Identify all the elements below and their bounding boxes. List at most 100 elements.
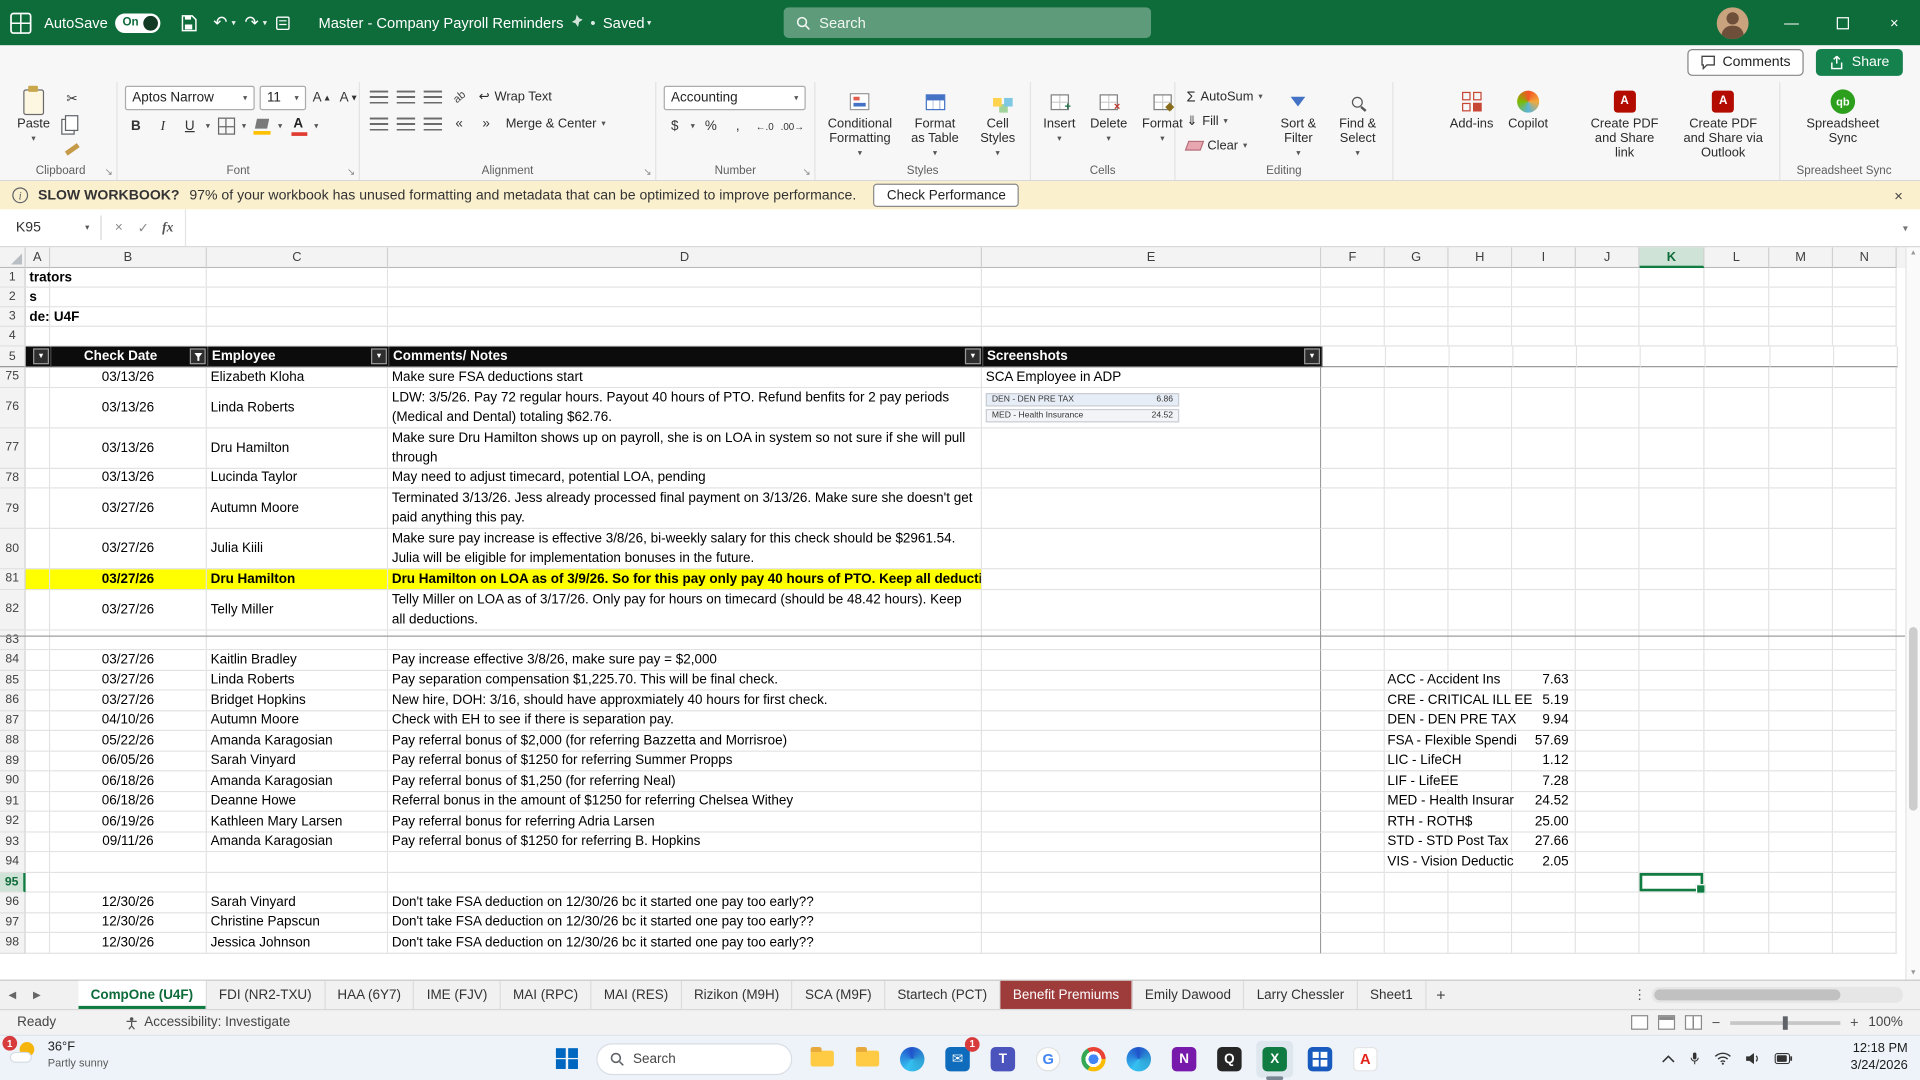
cell-D83[interactable] [388, 630, 982, 650]
check-performance-button[interactable]: Check Performance [873, 184, 1019, 207]
cell-M94[interactable] [1769, 852, 1833, 872]
cell-I79[interactable] [1512, 489, 1576, 529]
cell-E85[interactable] [982, 670, 1321, 690]
cell-A98[interactable] [26, 933, 50, 953]
cell-G93[interactable] [1385, 832, 1449, 852]
sheet-tab-mai-res[interactable]: MAI (RES) [592, 981, 682, 1009]
redo-chevron-icon[interactable]: ▾ [263, 18, 267, 28]
cell-A86[interactable] [26, 691, 50, 711]
cell-K87[interactable] [1640, 711, 1705, 731]
cell-D86[interactable]: New hire, DOH: 3/16, should have approxm… [388, 691, 982, 711]
page-break-view-button[interactable] [1685, 1015, 1702, 1030]
cell-D77[interactable]: Make sure Dru Hamilton shows up on payro… [388, 428, 982, 468]
cell-A79[interactable] [26, 489, 50, 529]
cell-C5[interactable]: Employee▼ [208, 347, 389, 368]
row-header-88[interactable]: 88 [0, 731, 26, 751]
sheet-tab-emily-dawood[interactable]: Emily Dawood [1133, 981, 1245, 1009]
cell-N93[interactable] [1833, 832, 1897, 852]
sheet-tab-compone-u4f[interactable]: CompOne (U4F) [78, 981, 206, 1009]
row-header-93[interactable]: 93 [0, 832, 26, 852]
cell-K5[interactable] [1641, 347, 1706, 368]
taskbar-sheets[interactable] [1302, 1040, 1339, 1077]
selected-cell[interactable] [1640, 872, 1705, 892]
cell-I96[interactable] [1512, 893, 1576, 913]
cell-M81[interactable] [1769, 569, 1833, 589]
sheet-tab-haa-6y7[interactable]: HAA (6Y7) [325, 981, 414, 1009]
filter-button-C[interactable]: ▼ [371, 348, 387, 364]
formula-input[interactable] [185, 209, 1891, 246]
cell-K88[interactable] [1640, 731, 1705, 751]
user-avatar[interactable] [1717, 7, 1749, 39]
sort-filter-button[interactable]: Sort & Filter ▾ [1271, 86, 1325, 161]
align-center-button[interactable] [394, 113, 416, 135]
cell-L86[interactable] [1704, 691, 1769, 711]
column-header-E[interactable]: E [982, 247, 1321, 268]
cell-A2[interactable]: s [26, 288, 50, 308]
cell-M3[interactable] [1769, 307, 1833, 327]
cell-A5[interactable]: ▼ [26, 347, 52, 368]
row-header-92[interactable]: 92 [0, 812, 26, 832]
cell-E90[interactable] [982, 771, 1321, 791]
cell-N81[interactable] [1833, 569, 1897, 589]
cell-C93[interactable]: Amanda Karagosian [207, 832, 388, 852]
tab-scroll-left-icon[interactable]: ◀ [0, 981, 24, 1009]
cell-N82[interactable] [1833, 590, 1897, 630]
cell-M97[interactable] [1769, 913, 1833, 933]
cell-L2[interactable] [1704, 288, 1769, 308]
cell-L95[interactable] [1704, 872, 1769, 892]
cell-N83[interactable] [1833, 630, 1897, 650]
cell-B98[interactable]: 12/30/26 [50, 933, 207, 953]
cell-C95[interactable] [207, 872, 388, 892]
cell-A84[interactable] [26, 650, 50, 670]
cell-H83[interactable] [1449, 630, 1513, 650]
cell-L85[interactable] [1704, 670, 1769, 690]
fill-color-button[interactable] [251, 115, 273, 137]
cell-D78[interactable]: May need to adjust timecard, potential L… [388, 468, 982, 488]
cell-N95[interactable] [1833, 872, 1897, 892]
new-sheet-button[interactable]: + [1426, 981, 1455, 1009]
cell-H82[interactable] [1449, 590, 1513, 630]
row-header-80[interactable]: 80 [0, 529, 26, 569]
cell-D81[interactable]: Dru Hamilton on LOA as of 3/9/26. So for… [388, 569, 982, 589]
borders-button[interactable] [215, 115, 237, 137]
page-layout-view-button[interactable] [1658, 1015, 1675, 1030]
cell-K89[interactable] [1640, 751, 1705, 771]
cell-D92[interactable]: Pay referral bonus for referring Adria L… [388, 812, 982, 832]
row-header-81[interactable]: 81 [0, 569, 26, 589]
cell-E87[interactable] [982, 711, 1321, 731]
cell-E2[interactable] [982, 288, 1321, 308]
cell-B1[interactable] [50, 268, 207, 288]
cell-K82[interactable] [1640, 590, 1705, 630]
cell-M93[interactable] [1769, 832, 1833, 852]
cell-F87[interactable] [1321, 711, 1385, 731]
cell-A1[interactable]: trators [26, 268, 50, 288]
cell-I92[interactable] [1512, 812, 1576, 832]
tray-chevron-icon[interactable] [1662, 1054, 1675, 1064]
cell-D3[interactable] [388, 307, 982, 327]
cell-A95[interactable] [26, 872, 50, 892]
cell-M91[interactable] [1769, 792, 1833, 812]
sheet-tab-rizikon-m9h[interactable]: Rizikon (M9H) [682, 981, 793, 1009]
cell-M80[interactable] [1769, 529, 1833, 569]
filter-button-A[interactable]: ▼ [33, 348, 49, 364]
cell-A83[interactable] [26, 630, 50, 650]
cell-B88[interactable]: 05/22/26 [50, 731, 207, 751]
cell-N90[interactable] [1833, 771, 1897, 791]
cell-I2[interactable] [1512, 288, 1576, 308]
row-header-86[interactable]: 86 [0, 691, 26, 711]
cell-B4[interactable] [50, 327, 207, 347]
borders-chevron-icon[interactable]: ▾ [242, 121, 246, 131]
orientation-button[interactable]: ab [448, 86, 470, 108]
cell-H90[interactable] [1449, 771, 1513, 791]
cell-H79[interactable] [1449, 489, 1513, 529]
cell-E96[interactable] [982, 893, 1321, 913]
cell-A77[interactable] [26, 428, 50, 468]
cell-F1[interactable] [1321, 268, 1385, 288]
cell-B95[interactable] [50, 872, 207, 892]
vertical-scroll-thumb[interactable] [1909, 627, 1918, 811]
cell-E77[interactable] [982, 428, 1321, 468]
cell-J78[interactable] [1576, 468, 1640, 488]
cell-C96[interactable]: Sarah Vinyard [207, 893, 388, 913]
cell-J98[interactable] [1576, 933, 1640, 953]
taskbar-outlook[interactable]: ✉1 [939, 1040, 976, 1077]
